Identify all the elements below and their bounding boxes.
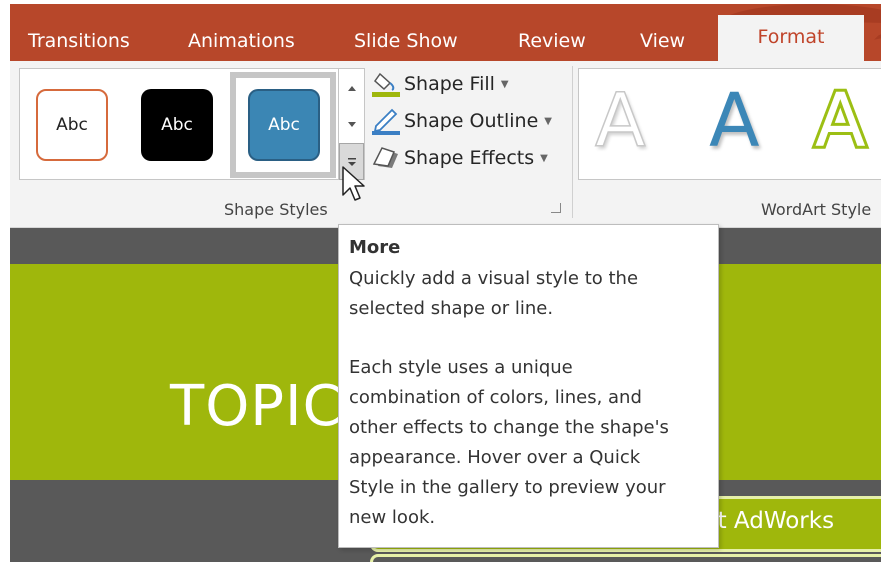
shape-styles-gallery: Abc Abc Abc — [19, 68, 339, 180]
tab-review[interactable]: Review — [518, 30, 586, 52]
shape-effects-button[interactable]: Shape Effects ▼ — [372, 142, 548, 174]
shape-style-outline-orange[interactable]: Abc — [36, 89, 108, 161]
tooltip-line: Style in the gallery to preview your — [349, 477, 666, 498]
shape-style-black[interactable]: Abc — [141, 89, 213, 161]
pen-outline-icon — [372, 107, 400, 135]
chevron-down-icon: ▼ — [540, 152, 548, 164]
wordart-styles-group-label: WordArt Style — [761, 200, 872, 219]
shape-fill-label: Shape Fill — [404, 73, 495, 95]
tab-view[interactable]: View — [640, 30, 685, 52]
tab-format[interactable]: Format — [718, 15, 864, 62]
tab-transitions[interactable]: Transitions — [28, 30, 130, 52]
tooltip-line: Each style uses a unique — [349, 357, 573, 378]
chevron-down-icon: ▼ — [544, 115, 552, 127]
slide-title[interactable]: TOPIC — [170, 374, 343, 439]
tooltip-line: combination of colors, lines, and — [349, 387, 642, 408]
slide-content-box-2[interactable] — [370, 554, 881, 562]
wordart-style-green-outline[interactable]: A — [812, 78, 869, 164]
wordart-style-white[interactable]: A — [594, 80, 646, 162]
tooltip-line: new look. — [349, 507, 436, 528]
tooltip-title: More — [349, 237, 401, 258]
gallery-scroll-up-button[interactable] — [339, 69, 364, 106]
paint-bucket-icon — [372, 70, 400, 98]
tab-slide-show[interactable]: Slide Show — [354, 30, 458, 52]
dialog-launcher-icon[interactable] — [551, 203, 561, 213]
triangle-down-icon — [347, 121, 356, 127]
tooltip-line: appearance. Hover over a Quick — [349, 447, 641, 468]
gallery-scroll — [339, 68, 365, 180]
shape-styles-group-label: Shape Styles — [224, 200, 328, 219]
tab-animations[interactable]: Animations — [188, 30, 295, 52]
shape-outline-label: Shape Outline — [404, 110, 539, 132]
wordart-style-blue[interactable]: A — [709, 81, 760, 161]
triangle-up-icon — [347, 85, 356, 91]
shape-effects-label: Shape Effects — [404, 147, 535, 169]
mouse-cursor-icon — [342, 166, 365, 201]
wordart-gallery: A A A — [578, 68, 881, 180]
tooltip-gap — [349, 324, 708, 353]
shape-outline-button[interactable]: Shape Outline ▼ — [372, 105, 552, 137]
group-separator — [572, 66, 573, 218]
tooltip-line: other effects to change the shape's — [349, 417, 669, 438]
gallery-scroll-down-button[interactable] — [339, 106, 364, 143]
shape-fill-button[interactable]: Shape Fill ▼ — [372, 68, 509, 100]
more-tooltip: More Quickly add a visual style to the s… — [338, 224, 719, 548]
slide-content-text: ut AdWorks — [703, 508, 835, 534]
shape-effects-icon — [372, 144, 400, 172]
tooltip-line: Quickly add a visual style to the — [349, 268, 639, 289]
shape-style-blue[interactable]: Abc — [248, 89, 320, 161]
chevron-down-icon: ▼ — [500, 78, 509, 90]
tooltip-line: selected shape or line. — [349, 298, 554, 319]
